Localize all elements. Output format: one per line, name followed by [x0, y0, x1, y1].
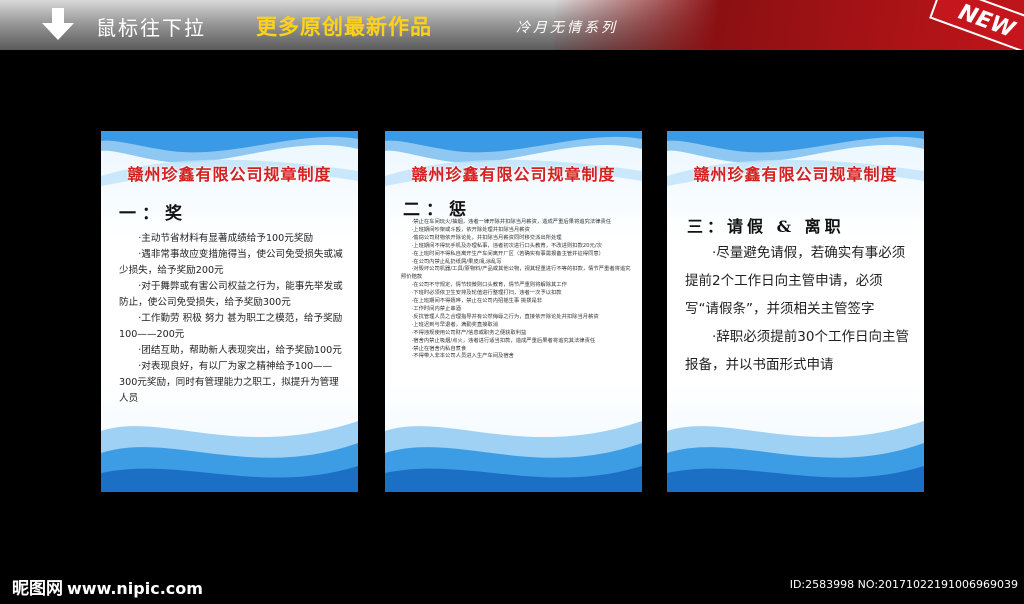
rule-item: ·在上班期间不得嬉哗，禁止在公司内招摇生事 挑拨是非 [411, 298, 543, 305]
rule-item: ·宿舍内禁止吸烟/点火，违者进行适当扣款，造成严重后果者将追究其法律责任 [411, 337, 596, 344]
panel-rewards: 赣州珍鑫有限公司规章制度 一：奖 ·主动节省材料有显著成绩给予100元奖励 ·遇… [101, 131, 358, 492]
panel-leave-resignation: 赣州珍鑫有限公司规章制度 三：请假 & 离职 ·尽量避免请假，若确实有事必须提前… [667, 131, 924, 492]
down-arrow-icon [42, 8, 74, 40]
rule-item: ·尽量避免请假，若确实有事必须提前2个工作日向主管申请，必须写“请假条”，并须相… [685, 245, 906, 317]
panel-heading: 一：奖 [119, 204, 188, 224]
rule-item: ·团结互助，帮助新人表现突出，给予奖励100元 [138, 345, 342, 356]
rule-item: ·工作勤劳 积极 努力 甚为职工之模范，给予奖励100——200元 [119, 313, 343, 340]
panel-body: ·尽量避免请假，若确实有事必须提前2个工作日向主管申请，必须写“请假条”，并须相… [685, 239, 913, 379]
rule-item: ·不得带入非本公司人员进入生产车间及宿舍 [411, 353, 514, 360]
logo-text: 昵图网 [12, 579, 63, 599]
site-url[interactable]: www.nipic.com [67, 579, 203, 598]
panel-body: ·主动节省材料有显著成绩给予100元奖励 ·遇非常事故应变措施得当，使公司免受损… [119, 231, 347, 407]
rule-item: ·对于舞弊或有害公司权益之行为，能事先举发或防止，使公司免受损失，给予奖励300… [119, 281, 343, 308]
series-text: 冷月无情系列 [516, 20, 618, 36]
rule-item: ·反抗管理人员之合理指导并有公然侮辱之行为，直接依开除论处并扣除当月薪资 [411, 313, 599, 320]
panel-heading: 三：请假 & 离职 [687, 217, 845, 236]
scroll-hint-text: 鼠标往下拉 [96, 16, 206, 40]
rule-item: ·在公司不守规定，情节较微则口头教育，情节严重则将解除其工作 [411, 282, 567, 289]
rule-item: ·主动节省材料有显著成绩给予100元奖励 [138, 233, 314, 244]
panel-body: ·禁止在车间玩火/抽烟，违者一律开除并扣除当月薪资，造成严重后果将追究法律责任 … [401, 219, 633, 361]
rule-item: ·遇非常事故应变措施得当，使公司免受损失或减少损失，给予奖励200元 [119, 249, 343, 276]
image-id-line: ID:2583998 NO:20171022191006969039 [789, 578, 1018, 591]
nipic-logo[interactable]: 昵图网 www.nipic.com [12, 574, 203, 599]
rule-item: ·在上班时间不得私自离开生产车间离开厂区（若确实有事需报备主管并征得同意） [411, 250, 604, 257]
rule-item: ·偷窃公司财物依开除论处，并扣除当月薪资同时移交派出所处理 [411, 234, 562, 241]
rule-item: ·工作时间内禁止串酒 [411, 305, 461, 312]
rule-item: ·上班迟到与早退者，满勤奖直接取消 [411, 321, 499, 328]
rule-item: ·对毁坏公司机器/工具/原物料/产品或其他公物，视其轻重进行不等的扣款，情节严重… [401, 266, 631, 281]
panel-penalties: 赣州珍鑫有限公司规章制度 二：惩 ·禁止在车间玩火/抽烟，违者一律开除并扣除当月… [385, 131, 642, 492]
panel-heading: 二：惩 [403, 200, 472, 220]
rule-item: ·不得违规使用公司财产/信息或职务之便获取利益 [411, 329, 527, 336]
promo-text[interactable]: 更多原创最新作品 [256, 11, 432, 41]
rule-item: ·上班期间吵架或斗殴，依开除处理并扣除当月薪资 [411, 226, 530, 233]
panel-title: 赣州珍鑫有限公司规章制度 [411, 165, 616, 184]
rule-item: ·下班时必须依卫生安排及轮值进行整理打扫，违者一次予以扣款 [411, 290, 562, 297]
panel-title: 赣州珍鑫有限公司规章制度 [127, 165, 332, 184]
rule-item: ·上班期间不得玩手机及办理私事，违者初次进行口头教育，不改进则扣款20元/次 [411, 242, 602, 249]
top-banner: 鼠标往下拉 更多原创最新作品 冷月无情系列 NEW [0, 0, 1024, 50]
rule-item: ·对表现良好，有以厂为家之精神给予100——300元奖励，同时有管理能力之职工，… [119, 361, 339, 404]
panel-title: 赣州珍鑫有限公司规章制度 [693, 165, 898, 184]
rule-item: ·辞职必须提前30个工作日向主管报备，并以书面形式申请 [685, 329, 909, 373]
rule-item: ·禁止在车间玩火/抽烟，违者一律开除并扣除当月薪资，造成严重后果将追究法律责任 [411, 219, 612, 225]
